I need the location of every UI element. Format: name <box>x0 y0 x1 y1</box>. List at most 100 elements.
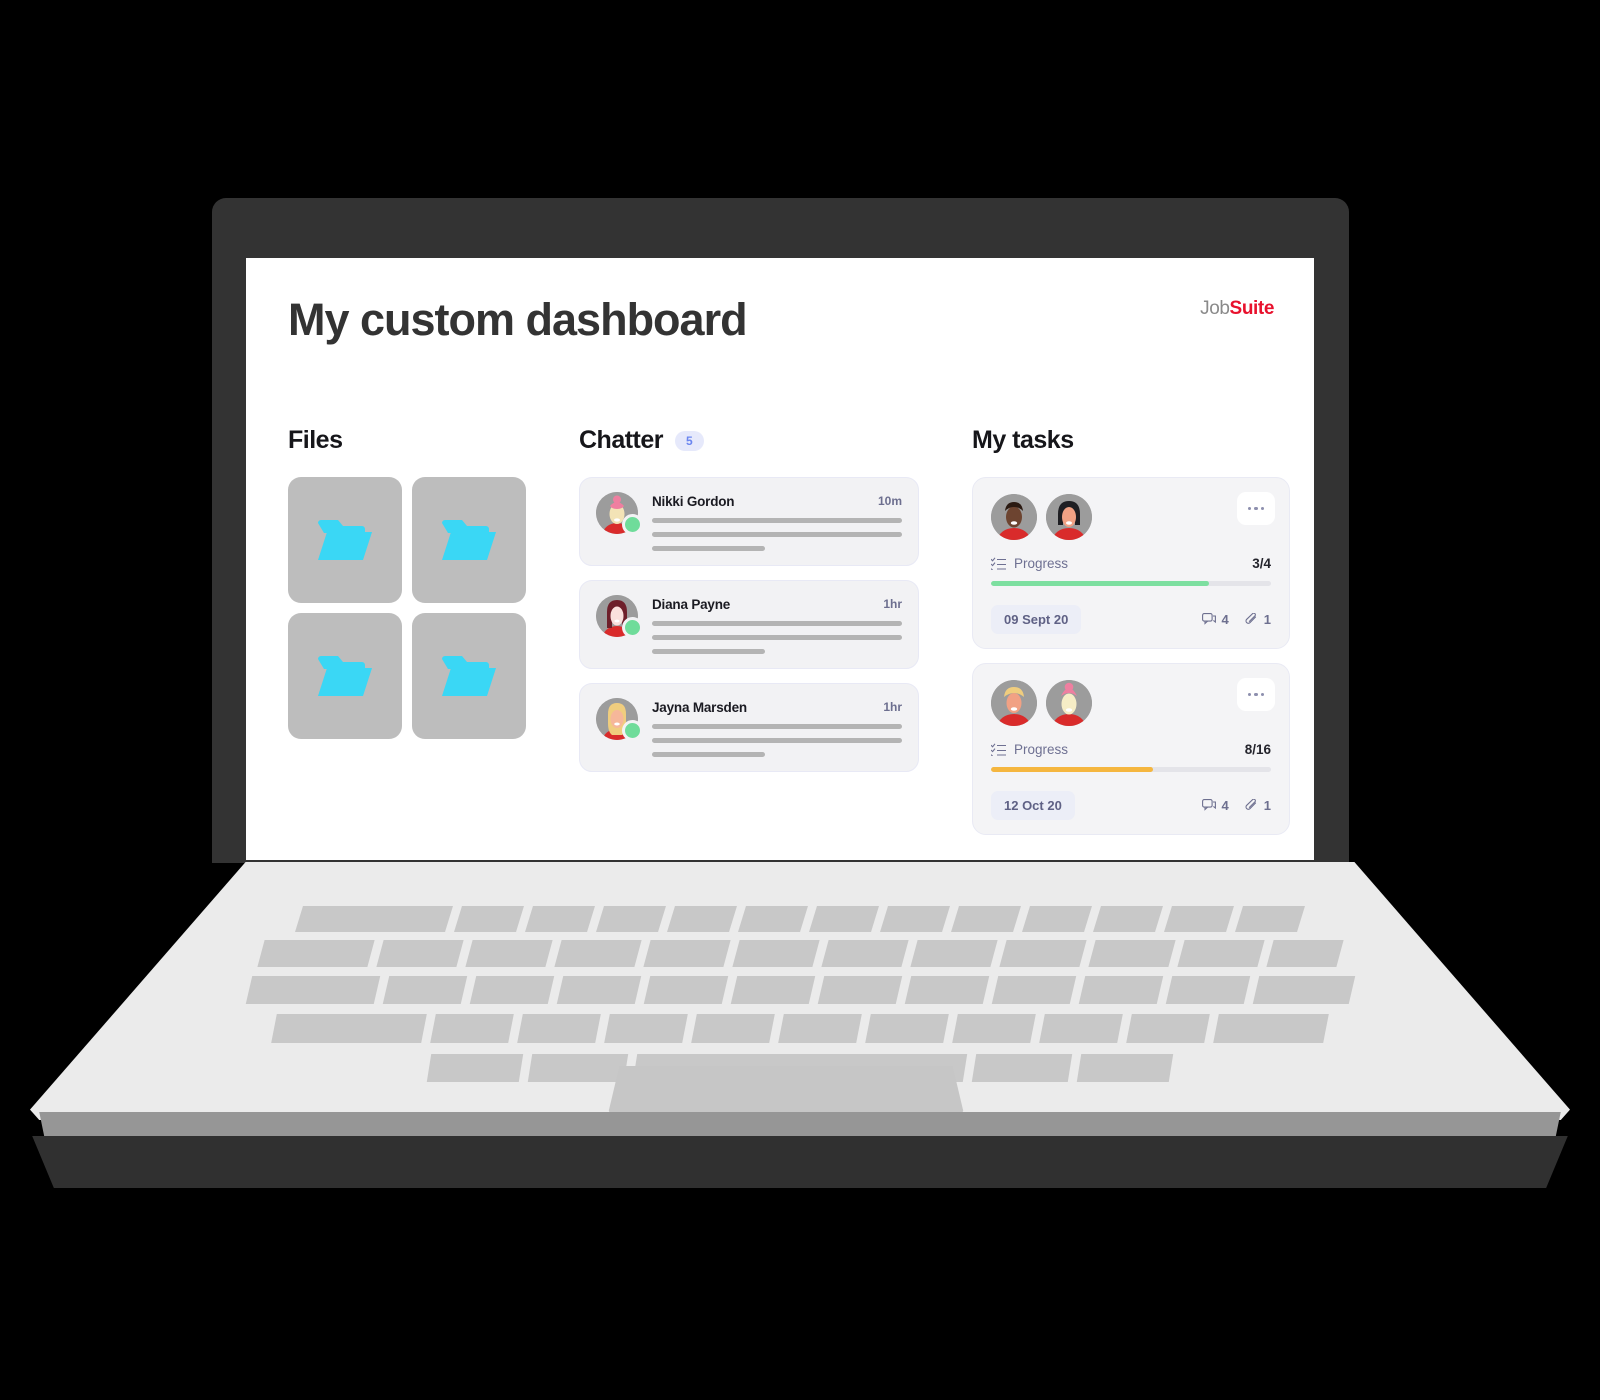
keyboard-key <box>454 906 524 932</box>
keyboard-key <box>1235 906 1305 932</box>
files-title: Files <box>288 426 343 454</box>
message-author: Jayna Marsden <box>652 700 747 715</box>
keyboard-key <box>951 906 1021 932</box>
message-timestamp: 1hr <box>883 700 902 714</box>
keyboard-key <box>904 976 989 1004</box>
avatar <box>596 698 643 741</box>
chatter-column: Chatter 5 Nikki Gordon 10m Diana Payne 1… <box>579 426 919 786</box>
comment-icon <box>1201 799 1216 811</box>
keyboard-key <box>1078 976 1163 1004</box>
avatar <box>596 595 643 638</box>
list-item[interactable]: Nikki Gordon 10m <box>579 477 919 566</box>
chatter-count-badge: 5 <box>675 430 704 451</box>
avatar <box>1046 680 1092 726</box>
keyboard-key <box>596 906 666 932</box>
task-card[interactable]: Progress 8/16 12 Oct 20 4 1 <box>972 663 1290 835</box>
keyboard-key <box>245 976 380 1004</box>
avatar <box>596 492 643 535</box>
file-tile[interactable] <box>288 477 402 603</box>
attachments-meta: 1 <box>1245 798 1271 813</box>
dot-icon <box>1254 692 1258 697</box>
task-menu-button[interactable] <box>1237 492 1275 525</box>
list-item[interactable]: Diana Payne 1hr <box>579 580 919 669</box>
comments-count: 4 <box>1221 798 1229 813</box>
laptop-trackpad[interactable] <box>608 1066 964 1114</box>
message-body: Diana Payne <box>652 595 902 654</box>
keyboard-key <box>667 906 737 932</box>
keyboard-key <box>880 906 950 932</box>
text-placeholder-line <box>652 546 765 551</box>
text-placeholder-line <box>652 621 902 626</box>
keyboard-key <box>295 906 453 932</box>
text-placeholder-line <box>652 724 902 729</box>
paperclip-icon <box>1245 613 1256 624</box>
avatar <box>1046 494 1092 540</box>
message-timestamp: 1hr <box>883 597 902 611</box>
keyboard-key <box>778 1014 862 1043</box>
comments-meta: 4 <box>1201 798 1229 813</box>
task-due-date: 12 Oct 20 <box>991 791 1075 820</box>
list-item[interactable]: Jayna Marsden 1hr <box>579 683 919 772</box>
task-card[interactable]: Progress 3/4 09 Sept 20 4 1 <box>972 477 1290 649</box>
keyboard-key <box>817 976 902 1004</box>
screenshot-canvas: My custom dashboard JobSuite Files Chatt… <box>0 0 1600 1400</box>
laptop-base <box>32 1136 1568 1188</box>
task-assignees <box>991 680 1271 726</box>
avatar <box>991 494 1037 540</box>
logo-suite-text: Suite <box>1229 298 1275 319</box>
dot-icon <box>1254 506 1258 511</box>
file-tile[interactable] <box>412 613 526 739</box>
comment-icon <box>1201 613 1216 625</box>
dot-icon <box>1247 692 1252 697</box>
files-header: Files <box>288 426 538 455</box>
message-body: Nikki Gordon <box>652 492 902 551</box>
chatter-title: Chatter <box>579 426 664 454</box>
keyboard-key <box>1176 940 1265 967</box>
keyboard-key <box>643 976 728 1004</box>
files-grid <box>288 477 538 739</box>
file-tile[interactable] <box>288 613 402 739</box>
keyboard-key <box>1022 906 1092 932</box>
keyboard-key <box>256 940 375 967</box>
keyboard-key <box>1265 940 1344 967</box>
comments-count: 4 <box>1221 612 1229 627</box>
keyboard-key <box>809 906 879 932</box>
chatter-header: Chatter 5 <box>579 426 919 455</box>
dashboard-page: My custom dashboard JobSuite Files Chatt… <box>246 258 1314 860</box>
file-tile[interactable] <box>412 477 526 603</box>
keyboard-key <box>991 976 1076 1004</box>
message-body: Jayna Marsden <box>652 698 902 757</box>
keyboard-key <box>271 1014 427 1043</box>
laptop-screen: My custom dashboard JobSuite Files Chatt… <box>246 258 1314 860</box>
attachments-count: 1 <box>1263 612 1271 627</box>
keyboard-key <box>469 976 554 1004</box>
jobsuite-logo: JobSuite <box>1200 298 1274 320</box>
keyboard-key <box>1039 1014 1123 1043</box>
keyboard-key <box>820 940 909 967</box>
keyboard-key <box>642 940 731 967</box>
progress-fill <box>991 767 1154 772</box>
keyboard-key <box>952 1014 1036 1043</box>
keyboard-key <box>553 940 642 967</box>
keyboard-key <box>909 940 998 967</box>
task-due-date: 09 Sept 20 <box>991 605 1082 634</box>
keyboard-key <box>1087 940 1176 967</box>
progress-label: Progress <box>1014 556 1069 571</box>
keyboard-key <box>865 1014 949 1043</box>
folder-icon <box>442 656 496 696</box>
progress-row: Progress 8/16 <box>991 742 1271 757</box>
keyboard-key <box>426 1054 524 1082</box>
page-title: My custom dashboard <box>288 294 748 345</box>
keyboard-key <box>375 940 464 967</box>
folder-icon <box>442 520 496 560</box>
keyboard-key <box>382 976 467 1004</box>
checklist-icon <box>991 557 1006 570</box>
keyboard-key <box>1252 976 1355 1004</box>
online-status-dot <box>622 514 643 535</box>
task-menu-button[interactable] <box>1237 678 1275 711</box>
folder-icon <box>318 656 372 696</box>
keyboard-key <box>464 940 553 967</box>
attachments-meta: 1 <box>1245 612 1271 627</box>
keyboard-key <box>738 906 808 932</box>
message-timestamp: 10m <box>877 494 902 508</box>
